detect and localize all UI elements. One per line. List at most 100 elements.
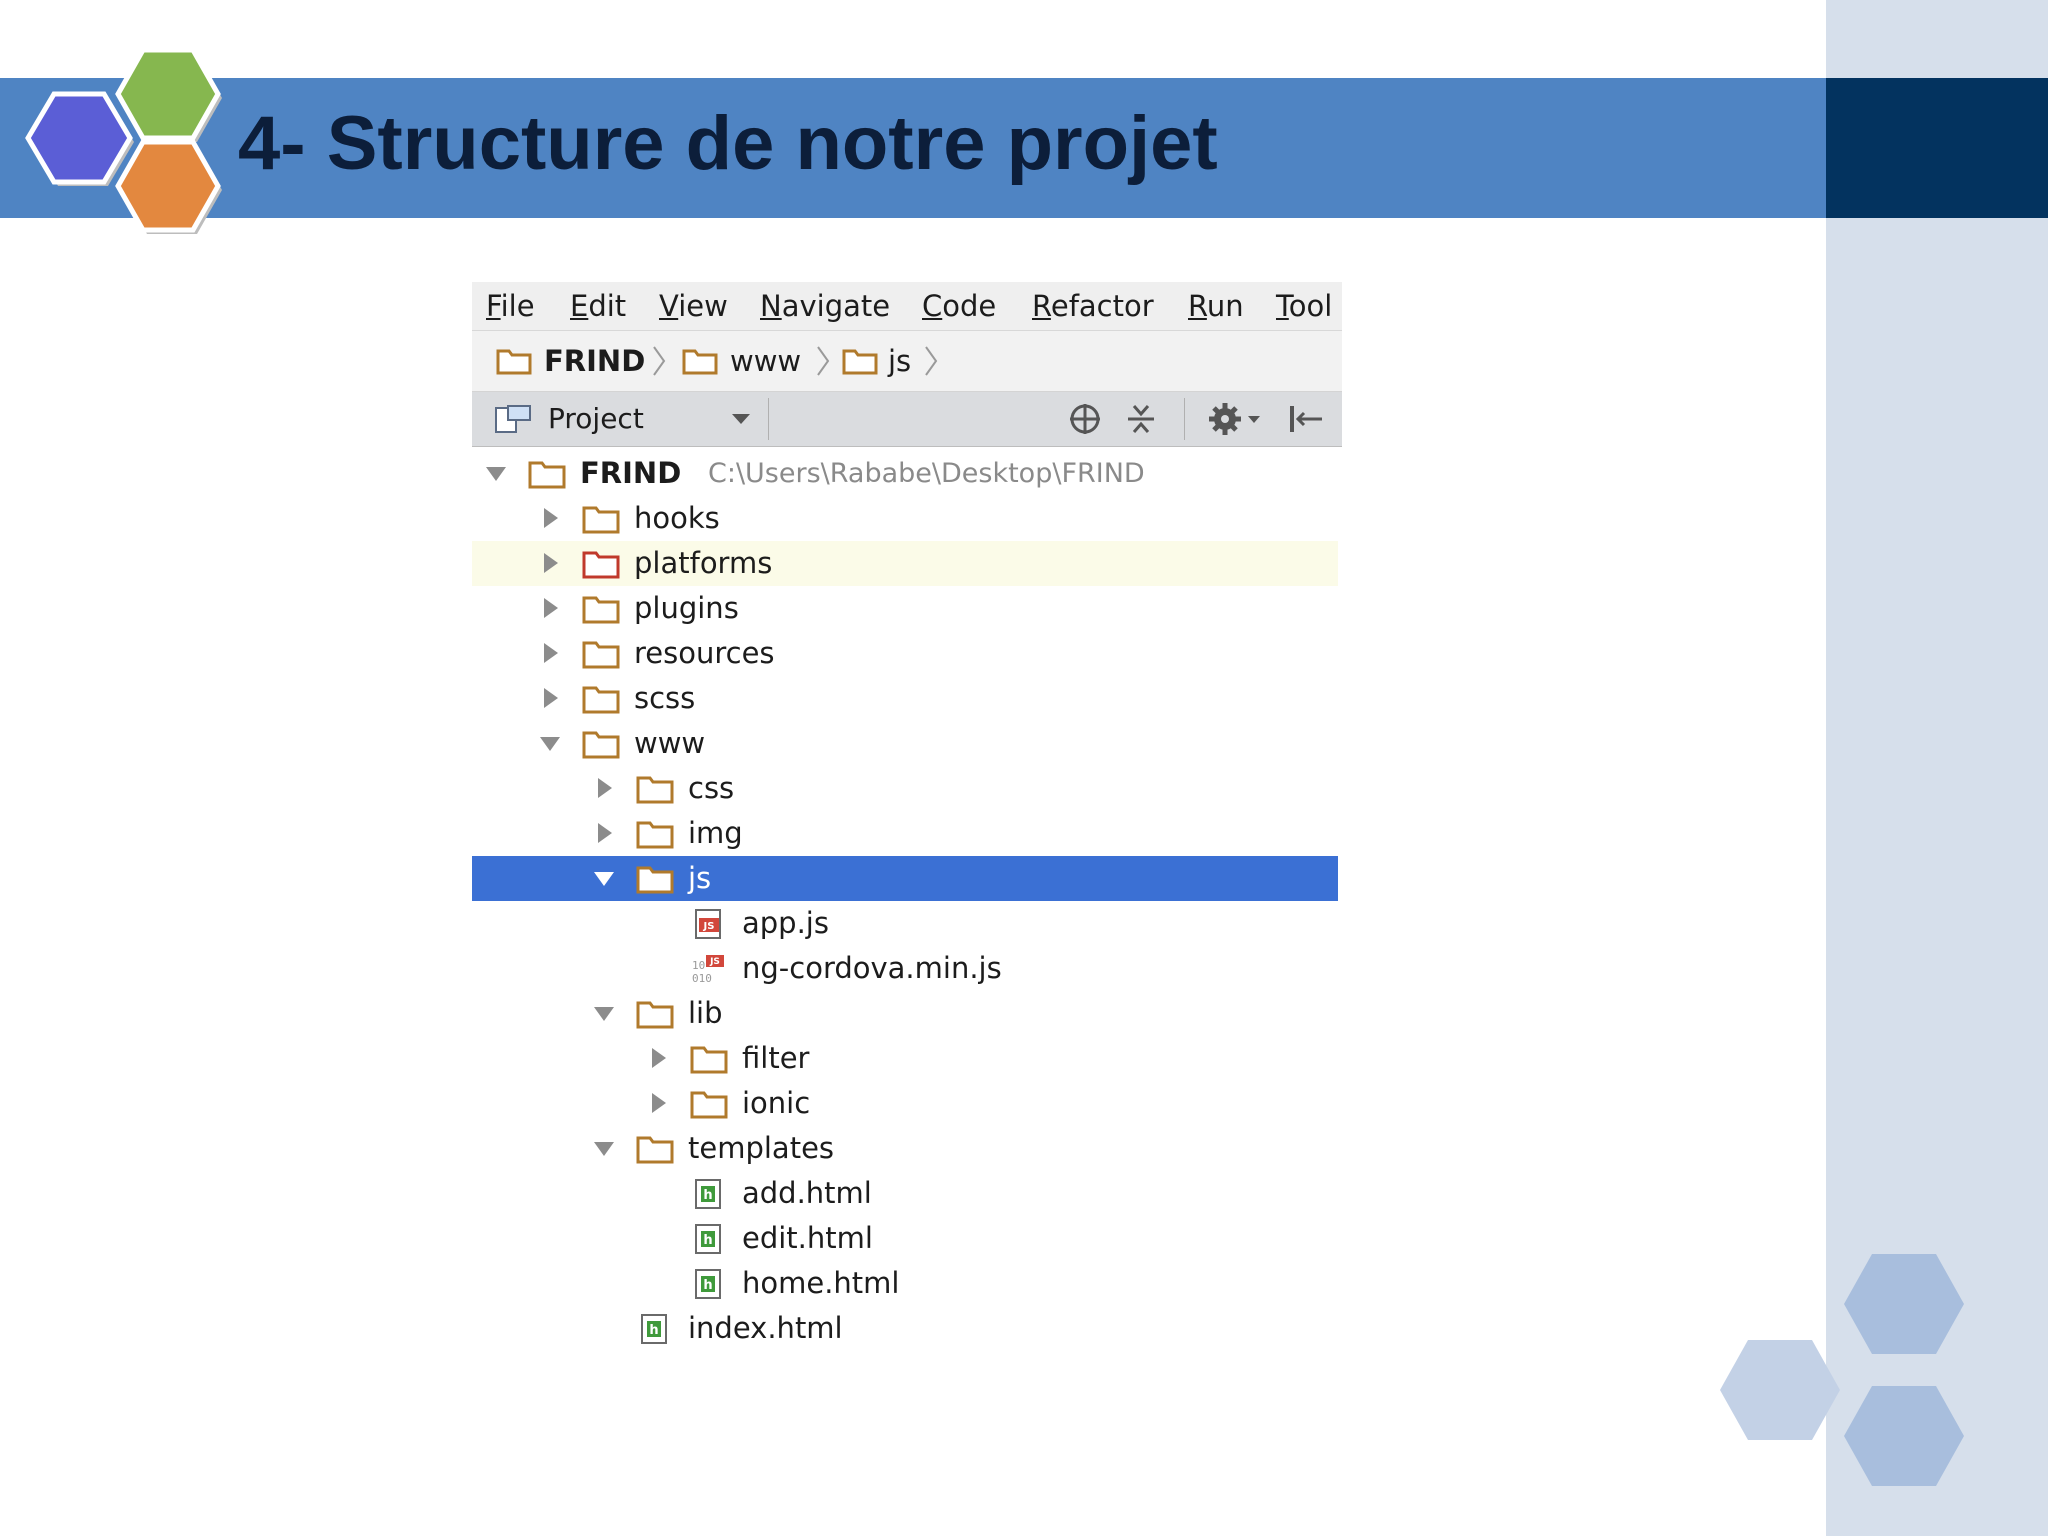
svg-text:h: h <box>703 1188 712 1203</box>
slide-title: 4- Structure de notre projet <box>238 101 1218 186</box>
project-path: C:\Users\Rababe\Desktop\FRIND <box>708 458 1145 489</box>
tree-item-label: js <box>688 861 712 895</box>
tree-item-label: scss <box>634 681 696 715</box>
breadcrumb-frind[interactable]: FRIND <box>544 331 645 391</box>
collapsed-arrow-icon[interactable] <box>538 641 562 665</box>
tree-item-label: app.js <box>742 906 829 940</box>
hide-panel-icon[interactable] <box>1286 402 1326 436</box>
menu-refactor[interactable]: Refactor <box>1032 282 1154 330</box>
chevron-right-icon <box>817 346 830 376</box>
menu-code[interactable]: Code <box>922 282 996 330</box>
menu-navigate[interactable]: Navigate <box>760 282 890 330</box>
folder-icon <box>582 596 620 624</box>
tree-row-lib[interactable]: lib <box>472 991 1338 1036</box>
expanded-arrow-icon[interactable] <box>592 866 616 890</box>
folder-icon <box>582 641 620 669</box>
tree-row-index-html[interactable]: h index.html <box>472 1306 1338 1351</box>
tree-row-img[interactable]: img <box>472 811 1338 856</box>
tree-item-label: edit.html <box>742 1221 873 1255</box>
tree-row-platforms[interactable]: platforms <box>472 541 1338 586</box>
folder-icon <box>636 1136 674 1164</box>
collapsed-arrow-icon[interactable] <box>592 821 616 845</box>
folder-icon <box>682 349 718 375</box>
tree-item-label: resources <box>634 636 775 670</box>
collapsed-arrow-icon[interactable] <box>538 686 562 710</box>
folder-icon <box>496 349 532 375</box>
toolbar-divider <box>768 398 769 440</box>
svg-text:010: 010 <box>692 972 712 985</box>
tree-row-filter[interactable]: filter <box>472 1036 1338 1081</box>
minified-js-file-icon: 10010 JS <box>692 955 724 985</box>
tree-row-edit-html[interactable]: h edit.html <box>472 1216 1338 1261</box>
collapsed-arrow-icon[interactable] <box>592 776 616 800</box>
project-tree: FRIND C:\Users\Rababe\Desktop\FRIND hooks p… <box>472 447 1342 1354</box>
tree-row-www[interactable]: www <box>472 721 1338 766</box>
collapsed-arrow-icon[interactable] <box>538 506 562 530</box>
locate-icon[interactable] <box>1068 402 1102 436</box>
folder-icon <box>690 1091 728 1119</box>
tree-item-label: hooks <box>634 501 720 535</box>
chevron-right-icon <box>925 346 938 376</box>
project-view-label[interactable]: Project <box>548 392 644 446</box>
expanded-arrow-icon[interactable] <box>484 461 508 485</box>
menu-run[interactable]: Run <box>1188 282 1244 330</box>
menu-view[interactable]: View <box>659 282 728 330</box>
tree-item-label: index.html <box>688 1311 843 1345</box>
tree-item-label: add.html <box>742 1176 872 1210</box>
tree-row-plugins[interactable]: plugins <box>472 586 1338 631</box>
tree-row-scss[interactable]: scss <box>472 676 1338 721</box>
menu-edit[interactable]: Edit <box>570 282 626 330</box>
tree-item-label: ng-cordova.min.js <box>742 951 1002 985</box>
tree-row-ionic[interactable]: ionic <box>472 1081 1338 1126</box>
tree-row-resources[interactable]: resources <box>472 631 1338 676</box>
folder-icon <box>842 349 878 375</box>
html-file-icon: h <box>641 1314 667 1344</box>
tree-row-app-js[interactable]: JS app.js <box>472 901 1338 946</box>
tree-row-hooks[interactable]: hooks <box>472 496 1338 541</box>
folder-icon <box>582 551 620 579</box>
tree-item-label: FRIND <box>580 456 682 490</box>
breadcrumb-www[interactable]: www <box>730 331 801 391</box>
tree-row-frind[interactable]: FRIND C:\Users\Rababe\Desktop\FRIND <box>472 451 1338 496</box>
ide-screenshot: File Edit View Navigate Code Refactor Ru… <box>472 282 1342 1354</box>
collapsed-arrow-icon[interactable] <box>646 1046 670 1070</box>
tree-row-add-html[interactable]: h add.html <box>472 1171 1338 1216</box>
folder-icon <box>636 776 674 804</box>
breadcrumb-js[interactable]: js <box>888 331 911 391</box>
svg-text:h: h <box>649 1323 658 1338</box>
collapse-all-icon[interactable] <box>1124 402 1158 436</box>
svg-text:JS: JS <box>709 957 720 967</box>
tree-row-css[interactable]: css <box>472 766 1338 811</box>
collapsed-arrow-icon[interactable] <box>646 1091 670 1115</box>
menu-bar: File Edit View Navigate Code Refactor Ru… <box>472 282 1342 331</box>
tree-row-home-html[interactable]: h home.html <box>472 1261 1338 1306</box>
project-view-icon <box>495 405 531 433</box>
collapsed-arrow-icon[interactable] <box>538 551 562 575</box>
tree-item-label: img <box>688 816 743 850</box>
html-file-icon: h <box>695 1179 721 1209</box>
expanded-arrow-icon[interactable] <box>538 731 562 755</box>
folder-icon <box>690 1046 728 1074</box>
menu-tools[interactable]: Tool <box>1276 282 1332 330</box>
collapsed-arrow-icon[interactable] <box>538 596 562 620</box>
folder-icon <box>636 1001 674 1029</box>
tree-item-label: css <box>688 771 735 805</box>
settings-gear-icon[interactable] <box>1208 402 1264 436</box>
expanded-arrow-icon[interactable] <box>592 1001 616 1025</box>
tree-item-label: plugins <box>634 591 739 625</box>
html-file-icon: h <box>695 1224 721 1254</box>
folder-icon <box>528 461 566 489</box>
tree-item-label: ionic <box>742 1086 811 1120</box>
folder-icon <box>636 866 674 894</box>
dropdown-arrow-icon[interactable] <box>730 412 752 426</box>
tree-row-templates[interactable]: templates <box>472 1126 1338 1171</box>
tree-row-js[interactable]: js <box>472 856 1338 901</box>
tree-row-ng-cordova-min-js[interactable]: 10 010 JS ng-cordova.min.js <box>472 946 1338 991</box>
expanded-arrow-icon[interactable] <box>592 1136 616 1160</box>
html-file-icon: h <box>695 1269 721 1299</box>
tree-item-label: lib <box>688 996 723 1030</box>
project-toolbar: Project <box>472 392 1342 447</box>
menu-file[interactable]: File <box>486 282 535 330</box>
folder-icon <box>582 506 620 534</box>
tree-item-label: home.html <box>742 1266 900 1300</box>
